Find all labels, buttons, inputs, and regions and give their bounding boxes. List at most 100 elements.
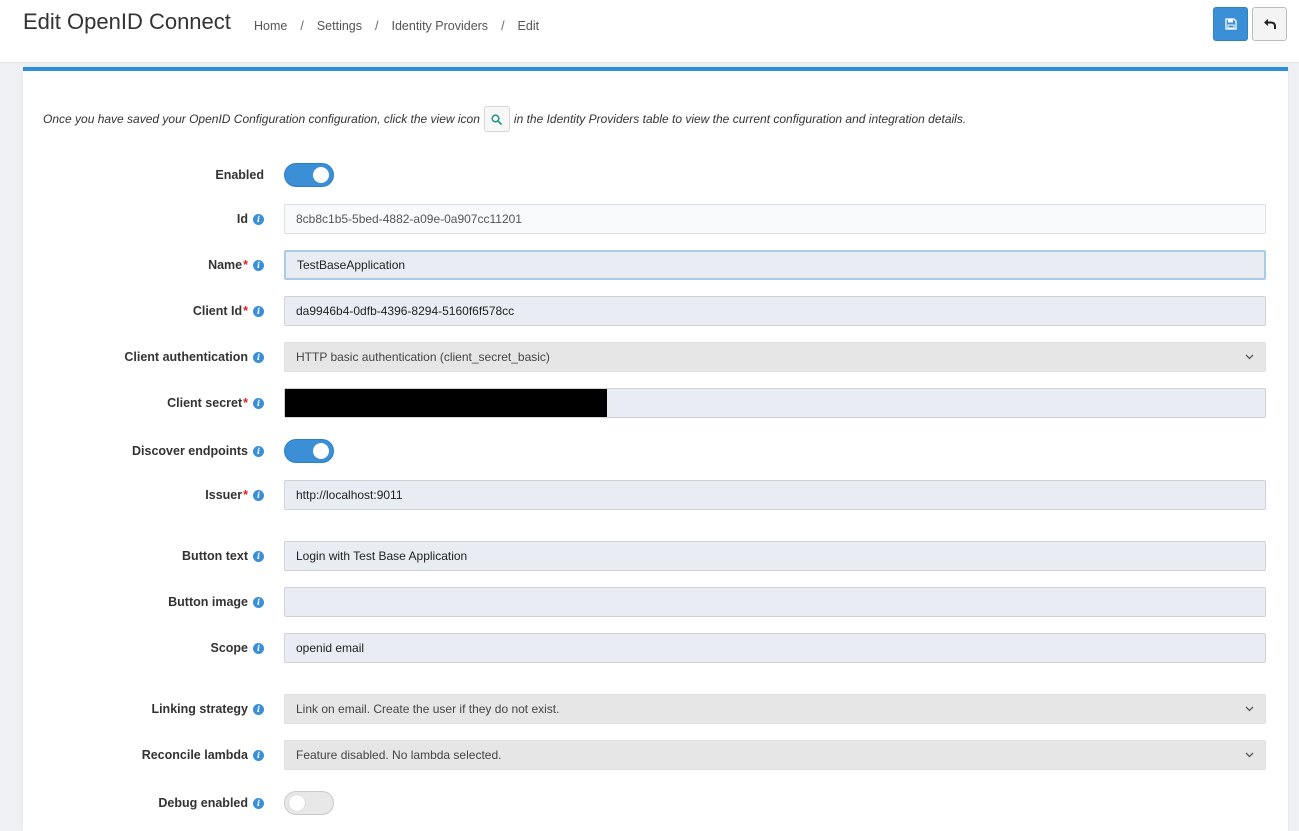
view-icon-sample (483, 106, 510, 132)
id-label: Id i (237, 204, 264, 234)
linking-strategy-select[interactable]: Link on email. Create the user if they d… (284, 694, 1266, 724)
info-icon[interactable]: i (253, 797, 264, 809)
info-icon[interactable]: i (253, 749, 264, 761)
client-secret-label-text: Client secret (167, 396, 243, 410)
client-id-label: Client Id * i (193, 296, 264, 326)
row-issuer: Issuer * i http://localhost:9011 (23, 480, 1288, 510)
chevron-down-icon (1245, 752, 1254, 758)
info-icon[interactable]: i (253, 642, 264, 654)
row-reconcile-lambda: Reconcile lambda i Feature disabled. No … (23, 740, 1288, 770)
issuer-field[interactable]: http://localhost:9011 (284, 480, 1266, 510)
toggle-knob (313, 443, 329, 459)
chevron-down-icon (1245, 706, 1254, 712)
row-id: Id i 8cb8c1b5-5bed-4882-a09e-0a907cc1120… (23, 204, 1288, 234)
button-text-label: Button text i (182, 541, 264, 571)
info-icon[interactable]: i (253, 703, 264, 715)
scope-label-text: Scope (210, 641, 248, 655)
scope-label: Scope i (210, 633, 264, 663)
reconcile-lambda-label-text: Reconcile lambda (141, 748, 248, 762)
info-icon[interactable]: i (253, 550, 264, 562)
row-client-secret: Client secret * i (23, 388, 1288, 418)
breadcrumb-separator: / (300, 19, 304, 33)
client-secret-field[interactable] (284, 388, 1266, 418)
id-label-text: Id (236, 212, 248, 226)
row-debug-enabled: Debug enabled i (23, 788, 1288, 818)
required-asterisk: * (243, 258, 248, 272)
back-button[interactable] (1252, 7, 1287, 41)
client-auth-label: Client authentication i (124, 342, 264, 372)
row-enabled: Enabled (23, 160, 1288, 190)
info-icon[interactable]: i (253, 213, 264, 225)
issuer-label-text: Issuer (205, 488, 243, 502)
client-secret-label: Client secret * i (167, 388, 264, 418)
client-auth-select[interactable]: HTTP basic authentication (client_secret… (284, 342, 1266, 372)
row-discover: Discover endpoints i (23, 436, 1288, 466)
row-button-text: Button text i Login with Test Base Appli… (23, 541, 1288, 571)
row-name: Name * i TestBaseApplication (23, 250, 1288, 280)
required-asterisk: * (243, 304, 248, 318)
enabled-label-text: Enabled (215, 168, 264, 182)
discover-endpoints-toggle[interactable] (284, 439, 334, 463)
breadcrumb-identity-providers[interactable]: Identity Providers (391, 19, 488, 33)
row-client-auth: Client authentication i HTTP basic authe… (23, 342, 1288, 372)
button-text-field[interactable]: Login with Test Base Application (284, 541, 1266, 571)
reconcile-lambda-select[interactable]: Feature disabled. No lambda selected. (284, 740, 1266, 770)
page-title: Edit OpenID Connect (23, 9, 231, 34)
issuer-label: Issuer * i (205, 480, 264, 510)
debug-enabled-toggle[interactable] (284, 791, 334, 815)
page-header: Edit OpenID Connect Home / Settings / Id… (0, 0, 1299, 63)
info-icon[interactable]: i (253, 489, 264, 501)
row-scope: Scope i openid email (23, 633, 1288, 663)
chevron-down-icon (1245, 354, 1254, 360)
toggle-knob (313, 167, 329, 183)
breadcrumb-separator: / (375, 19, 379, 33)
save-icon (1224, 18, 1237, 30)
row-client-id: Client Id * i da9946b4-0dfb-4396-8294-516… (23, 296, 1288, 326)
enabled-toggle[interactable] (284, 163, 334, 187)
info-icon[interactable]: i (253, 397, 264, 409)
linking-strategy-selected-value: Link on email. Create the user if they d… (296, 702, 560, 716)
form-panel: Once you have saved your OpenID Configur… (23, 67, 1288, 831)
name-field[interactable]: TestBaseApplication (284, 250, 1266, 280)
intro-text-before: Once you have saved your OpenID Configur… (43, 112, 480, 126)
scope-field[interactable]: openid email (284, 633, 1266, 663)
required-asterisk: * (243, 396, 248, 410)
client-id-field[interactable]: da9946b4-0dfb-4396-8294-5160f6f578cc (284, 296, 1266, 326)
breadcrumb-settings[interactable]: Settings (317, 19, 362, 33)
row-button-image: Button image i (23, 587, 1288, 617)
row-linking-strategy: Linking strategy i Link on email. Create… (23, 694, 1288, 724)
discover-label-text: Discover endpoints (132, 444, 248, 458)
client-id-label-text: Client Id (192, 304, 243, 318)
name-label-text: Name (208, 258, 243, 272)
client-auth-selected-value: HTTP basic authentication (client_secret… (296, 350, 550, 364)
search-icon (491, 113, 503, 125)
redacted-secret-mask (285, 389, 607, 417)
enabled-label: Enabled (215, 160, 264, 190)
save-button[interactable] (1213, 7, 1248, 41)
breadcrumb: Home / Settings / Identity Providers / E… (254, 19, 539, 33)
info-icon[interactable]: i (253, 596, 264, 608)
breadcrumb-separator: / (501, 19, 505, 33)
button-image-field[interactable] (284, 587, 1266, 617)
breadcrumb-edit: Edit (517, 19, 540, 33)
reconcile-lambda-selected-value: Feature disabled. No lambda selected. (296, 748, 502, 762)
intro-text-after: in the Identity Providers table to view … (513, 112, 967, 126)
info-icon[interactable]: i (253, 445, 264, 457)
id-field[interactable]: 8cb8c1b5-5bed-4882-a09e-0a907cc11201 (284, 204, 1266, 234)
debug-enabled-label-text: Debug enabled (158, 796, 248, 810)
linking-strategy-label-text: Linking strategy (151, 702, 248, 716)
debug-enabled-label: Debug enabled i (158, 788, 264, 818)
required-asterisk: * (243, 488, 248, 502)
breadcrumb-home[interactable]: Home (254, 19, 287, 33)
button-text-label-text: Button text (182, 549, 248, 563)
undo-arrow-icon (1264, 19, 1276, 29)
button-image-label-text: Button image (168, 595, 248, 609)
info-icon[interactable]: i (253, 305, 264, 317)
discover-label: Discover endpoints i (132, 436, 264, 466)
toggle-knob (289, 795, 305, 811)
info-icon[interactable]: i (253, 259, 264, 271)
info-icon[interactable]: i (253, 351, 264, 363)
button-image-label: Button image i (168, 587, 264, 617)
name-label: Name * i (208, 250, 264, 280)
linking-strategy-label: Linking strategy i (151, 694, 264, 724)
